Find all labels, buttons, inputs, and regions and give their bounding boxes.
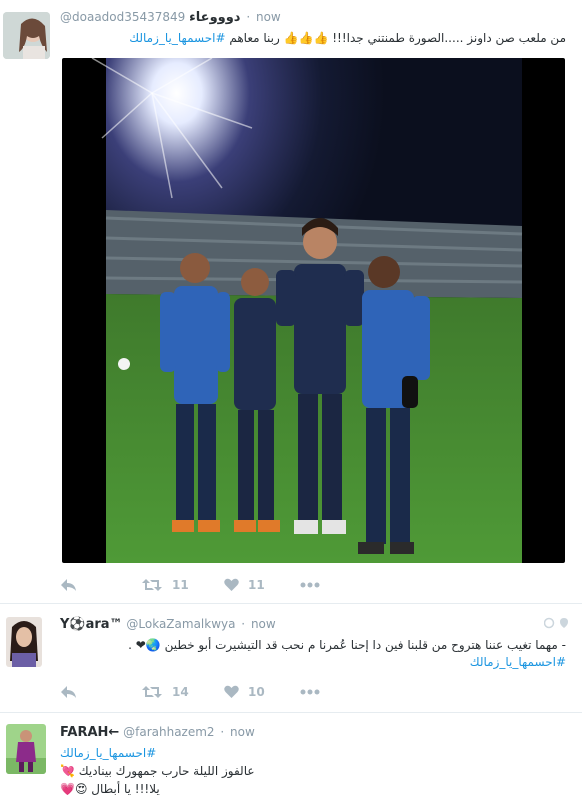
retweet-count: 11 (172, 578, 189, 592)
like-button[interactable]: 10 (224, 683, 265, 701)
tweet-header: FARAH← @farahhazem2 · now (60, 725, 255, 743)
retweet-icon (142, 579, 162, 591)
tweet-actions: 14 10 (60, 683, 340, 703)
avatar-image (6, 617, 42, 667)
tweet-body: - مهما تغيب عننا هتروح من قلبنا فين دا إ… (128, 638, 566, 652)
reply-icon (61, 579, 76, 591)
hashtag-link[interactable]: #احسمها_يا_زمالك (129, 31, 225, 45)
like-count: 11 (248, 578, 265, 592)
reply-button[interactable] (60, 576, 77, 594)
separator-dot: · (241, 617, 246, 631)
more-icon (300, 582, 320, 588)
reply-button[interactable] (60, 683, 77, 701)
tweet-header: @doaadod35437849 دوووعاء · now (60, 10, 281, 28)
more-icon (300, 689, 320, 695)
like-button[interactable]: 11 (224, 576, 265, 594)
tweet: FARAH← @farahhazem2 · now #احسمها_يا_زما… (0, 714, 582, 810)
retweet-icon (142, 686, 162, 698)
tweet-body: من ملعب صن داونز .....الصورة طمنتني جدا!… (229, 31, 566, 45)
separator-dot: · (246, 10, 251, 24)
tweet-actions: 11 11 (60, 576, 340, 596)
avatar-image (6, 724, 46, 774)
tweet-time[interactable]: now (256, 10, 281, 24)
hashtag-link[interactable]: #احسمها_يا_زمالك (60, 654, 566, 671)
avatar[interactable] (3, 12, 50, 59)
user-handle[interactable]: @doaadod35437849 (60, 10, 185, 24)
tweet-body-line2: يلا!!! يا أبطال 😍💗 (60, 782, 160, 796)
team-photo-image (91, 58, 523, 563)
user-name[interactable]: دوووعاء (189, 10, 240, 25)
user-name[interactable]: FARAH← (60, 725, 119, 740)
globe-icon (543, 617, 555, 629)
globe-location-icons (543, 617, 568, 629)
avatar-image (3, 12, 50, 59)
avatar[interactable] (6, 617, 42, 667)
tweet: Y⚽ara™ @LokaZamalkwya · now - مهما تغيب … (0, 605, 582, 713)
tweet-text: #احسمها_يا_زمالك عالفوز الليلة حارب جمهو… (60, 744, 460, 798)
avatar[interactable] (6, 724, 46, 774)
reply-icon (61, 686, 76, 698)
tweet-meta-icons (543, 617, 570, 632)
tweet-header: Y⚽ara™ @LokaZamalkwya · now (60, 617, 276, 635)
like-icon (224, 578, 239, 591)
retweet-button[interactable]: 11 (142, 576, 189, 594)
tweet-time[interactable]: now (251, 617, 276, 631)
separator-dot: · (220, 725, 225, 739)
tweet: @doaadod35437849 دوووعاء · now من ملعب ص… (0, 0, 582, 604)
user-handle[interactable]: @farahhazem2 (123, 725, 214, 739)
more-button[interactable] (300, 683, 320, 701)
tweet-text: من ملعب صن داونز .....الصورة طمنتني جدا!… (60, 30, 566, 47)
location-icon (560, 618, 568, 628)
like-icon (224, 685, 239, 698)
like-count: 10 (248, 685, 265, 699)
retweet-count: 14 (172, 685, 189, 699)
tweet-time[interactable]: now (230, 725, 255, 739)
tweet-body-line1: عالفوز الليلة حارب جمهورك بيناديك 💘 (60, 764, 255, 778)
user-name[interactable]: Y⚽ara™ (60, 617, 123, 632)
retweet-button[interactable]: 14 (142, 683, 189, 701)
more-button[interactable] (300, 576, 320, 594)
tweet-photo[interactable] (62, 58, 565, 563)
hashtag-link[interactable]: #احسمها_يا_زمالك (60, 746, 156, 760)
user-handle[interactable]: @LokaZamalkwya (126, 617, 235, 631)
tweet-text: - مهما تغيب عننا هتروح من قلبنا فين دا إ… (60, 637, 566, 671)
